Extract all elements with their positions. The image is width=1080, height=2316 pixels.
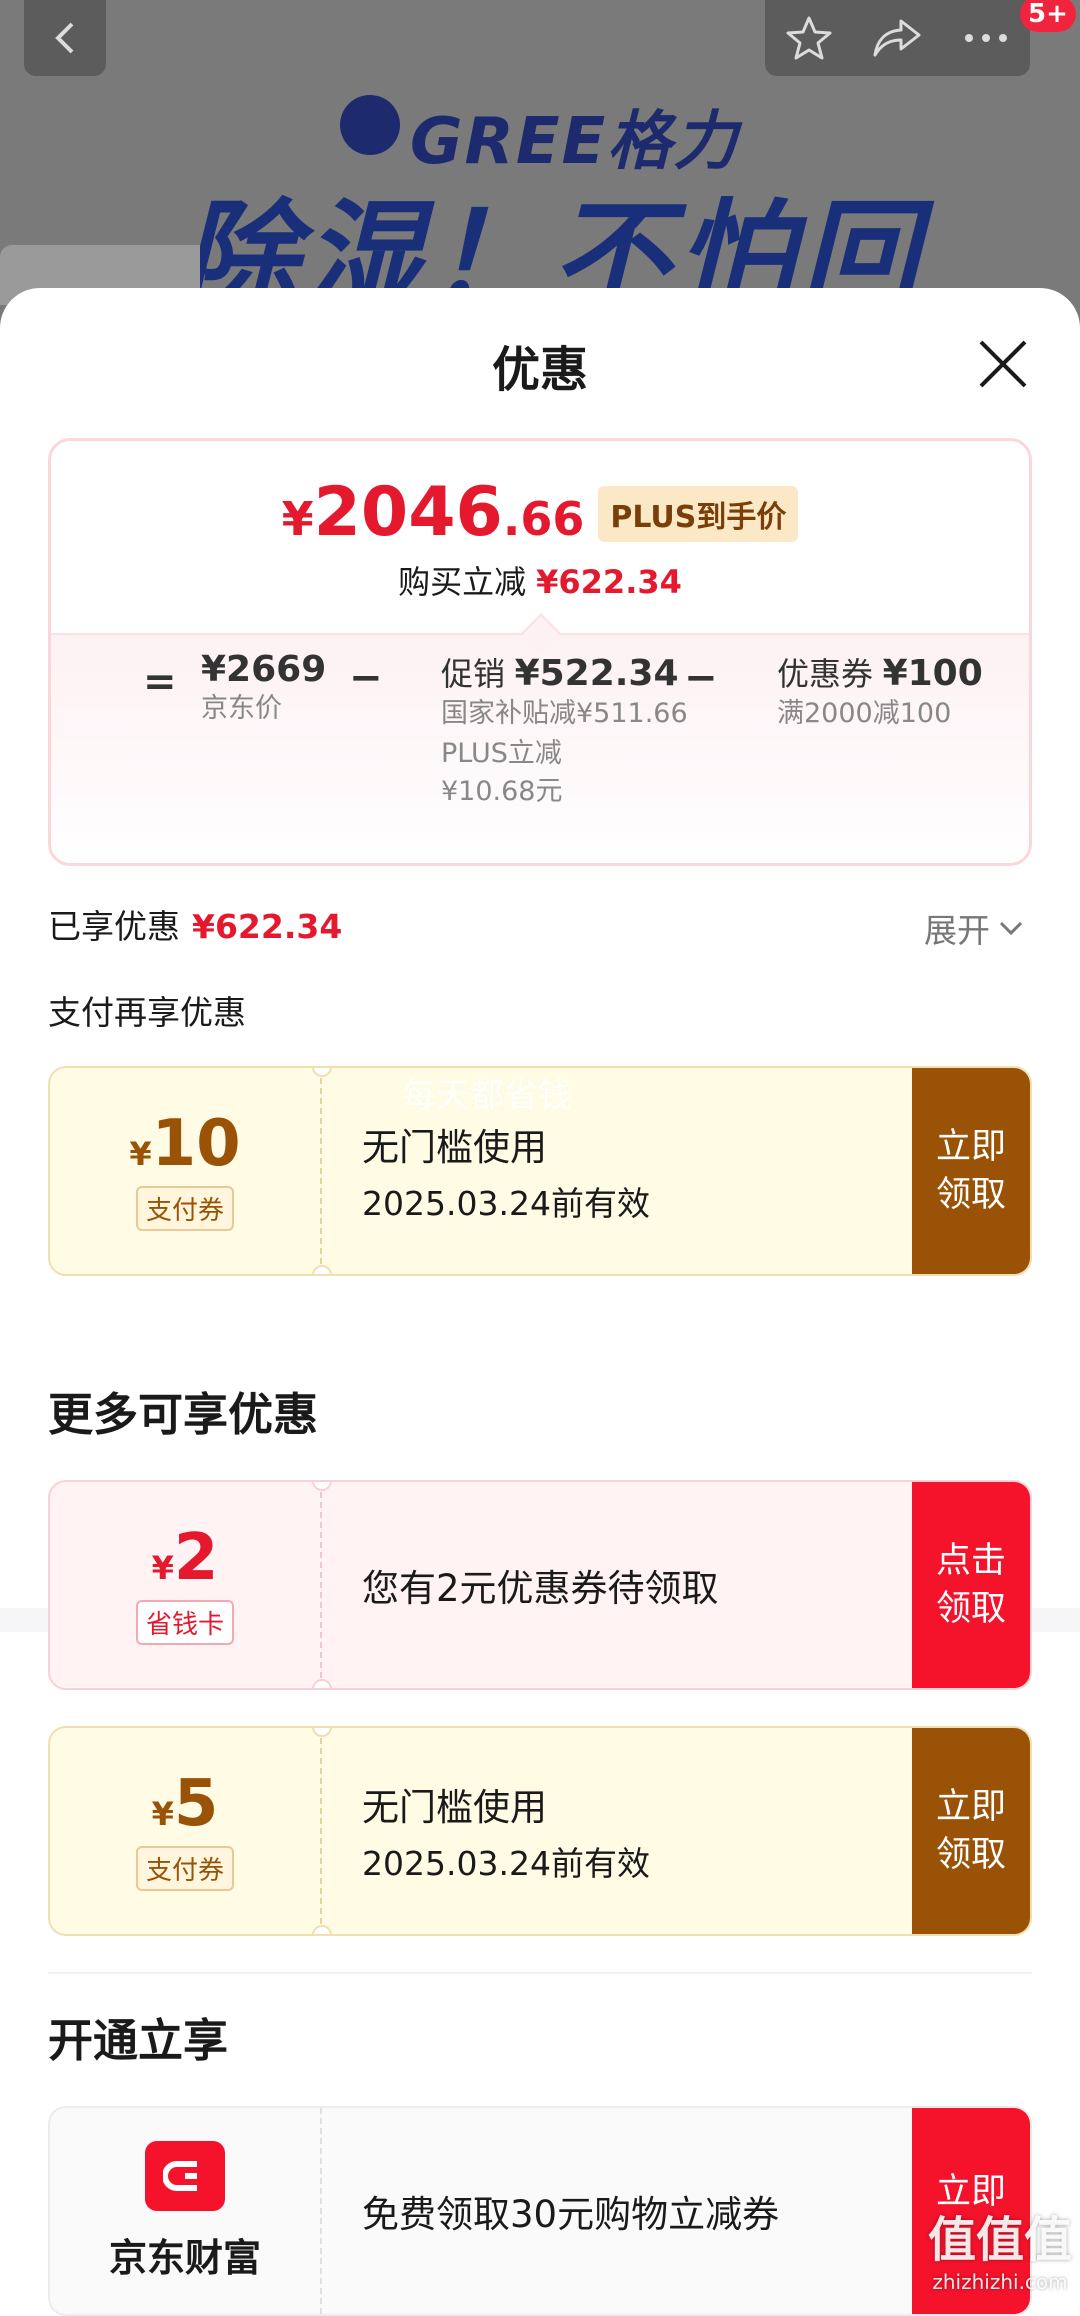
coupon-tag: 省钱卡 xyxy=(135,1599,234,1645)
brand-logo-mark xyxy=(340,95,400,155)
expand-button[interactable]: 展开 xyxy=(924,904,1024,952)
claim-button[interactable]: 立即领取 xyxy=(912,1068,1030,1274)
close-icon[interactable] xyxy=(975,336,1031,392)
final-price: ¥2046.66 xyxy=(281,473,585,552)
open-enjoy-title: 开通立享 xyxy=(48,2014,229,2067)
equals-sign: = xyxy=(143,659,177,705)
notification-badge: 5+ xyxy=(1020,0,1076,32)
jd-finance-brand: 京东财富 xyxy=(50,2108,322,2314)
enjoyed-discount: 已享优惠 ¥622.34 xyxy=(48,907,343,946)
top-actions xyxy=(765,0,1030,76)
more-offers-title: 更多可享优惠 xyxy=(48,1388,319,1441)
jd-price: ¥2669 京东价 xyxy=(201,649,327,724)
watermark-text: 每天都省钱 xyxy=(402,1076,572,1116)
savings-card-coupon-2: ¥2 省钱卡 您有2元优惠券待领取 点击领取 xyxy=(48,1480,1032,1690)
coupon-value: ¥10 支付券 xyxy=(50,1068,322,1274)
instant-saving: 购买立减 ¥622.34 xyxy=(398,563,682,601)
coupon-description: 您有2元优惠券待领取 xyxy=(362,1567,719,1610)
jd-finance-offer: 京东财富 免费领取30元购物立减券 立即 xyxy=(48,2106,1032,2316)
more-icon[interactable] xyxy=(961,28,1011,48)
section-line xyxy=(48,1972,1032,1974)
back-button[interactable] xyxy=(24,0,106,76)
coupon-tag: 支付券 xyxy=(135,1185,234,1231)
chevron-left-icon xyxy=(55,22,74,54)
site-watermark: 值值值 zhizhizhi.com xyxy=(928,2212,1073,2294)
price-breakdown: = ¥2669 京东价 − 促销 ¥522.34 国家补贴减¥511.66 PL… xyxy=(51,633,1029,863)
chevron-down-icon xyxy=(999,921,1023,936)
coupon-value: ¥2 省钱卡 xyxy=(50,1482,322,1688)
minus-sign: − xyxy=(684,655,718,701)
wallet-icon xyxy=(163,2160,197,2191)
sheet-title: 优惠 xyxy=(491,342,588,398)
final-price-row: ¥2046.66 PLUS到手价 xyxy=(51,473,1029,552)
jd-finance-logo xyxy=(145,2140,225,2211)
coupon-value: ¥5 支付券 xyxy=(50,1728,322,1934)
offer-description: 免费领取30元购物立减券 xyxy=(362,2193,780,2236)
claim-button[interactable]: 立即领取 xyxy=(912,1728,1030,1934)
click-claim-button[interactable]: 点击领取 xyxy=(912,1482,1030,1688)
pay-more-label: 支付再享优惠 xyxy=(48,993,246,1032)
discount-sheet: 优惠 ¥2046.66 PLUS到手价 购买立减 ¥622.34 = ¥2669 … xyxy=(0,288,1080,2316)
price-card: ¥2046.66 PLUS到手价 购买立减 ¥622.34 = ¥2669 京东价… xyxy=(48,438,1032,866)
pay-coupon-5: ¥5 支付券 无门槛使用 2025.03.24前有效 立即领取 xyxy=(48,1726,1032,1936)
star-icon[interactable] xyxy=(784,13,834,63)
share-icon[interactable] xyxy=(871,15,923,61)
coupon-description: 无门槛使用 2025.03.24前有效 xyxy=(362,1786,650,1883)
promotion: 促销 ¥522.34 国家补贴减¥511.66 PLUS立减 ¥10.68元 xyxy=(441,653,688,807)
plus-price-tag: PLUS到手价 xyxy=(598,486,799,542)
coupon-discount: 优惠券 ¥100 满2000减100 xyxy=(777,653,983,729)
coupon-tag: 支付券 xyxy=(135,1845,234,1891)
minus-sign: − xyxy=(349,655,383,701)
